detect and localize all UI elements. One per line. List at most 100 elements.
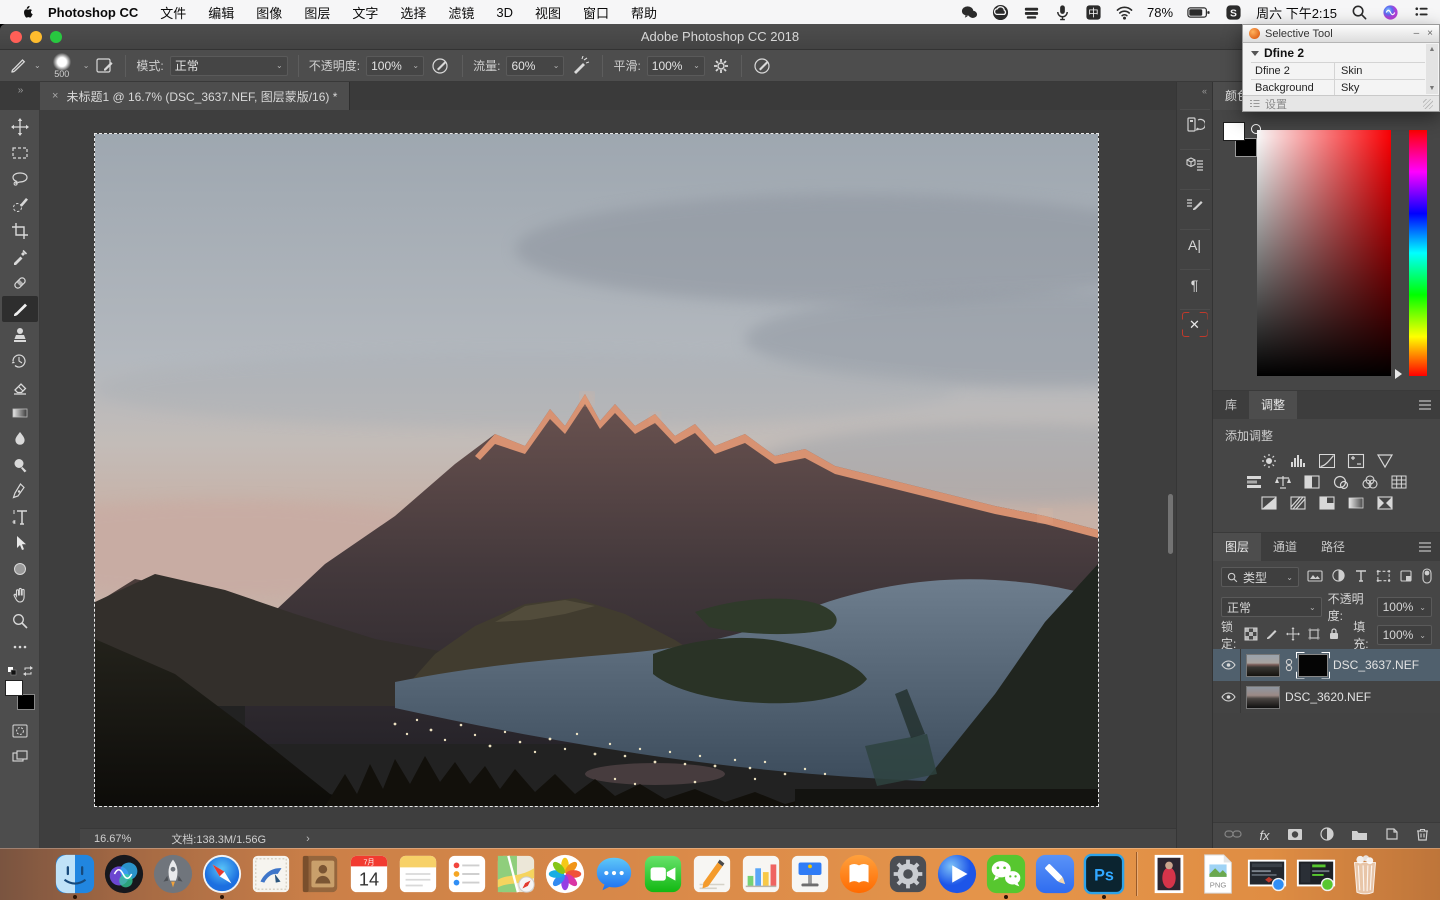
dock-screenshot-file-icon[interactable] (1244, 849, 1290, 899)
move-tool[interactable] (2, 114, 38, 140)
apple-menu-icon[interactable] (20, 5, 34, 19)
tab-channels[interactable]: 通道 (1261, 533, 1309, 561)
section-collapse-triangle[interactable] (1251, 51, 1259, 56)
channel-mixer-icon[interactable] (1360, 474, 1380, 490)
menu-select[interactable]: 选择 (400, 3, 426, 22)
zoom-tool[interactable] (2, 608, 38, 634)
character-panel-icon[interactable]: A| (1180, 229, 1210, 259)
notification-center-icon[interactable] (1413, 4, 1430, 21)
spotlight-search-icon[interactable] (1351, 4, 1368, 21)
lock-transparency-icon[interactable] (1244, 627, 1258, 644)
dock-png-file-icon[interactable]: PNG (1195, 849, 1241, 899)
scroll-up-arrow[interactable]: ▲ (1429, 46, 1436, 53)
shadowsocks-status-icon[interactable]: S (1225, 4, 1242, 21)
smoothing-select[interactable]: 100%⌄ (647, 56, 705, 76)
eyedropper-tool[interactable] (2, 244, 38, 270)
layers-panel-menu-icon[interactable] (1418, 541, 1432, 561)
hand-tool[interactable] (2, 582, 38, 608)
lock-artboard-icon[interactable] (1307, 627, 1321, 644)
dock-numbers-icon[interactable] (738, 849, 784, 899)
layer-filter-type-select[interactable]: 类型⌄ (1221, 567, 1299, 587)
filter-adjustment-layers-icon[interactable] (1331, 568, 1346, 586)
toolbar-collapse-chevrons[interactable]: » (0, 82, 40, 110)
selective-color-icon[interactable] (1375, 495, 1395, 511)
menu-bar-clock[interactable]: 周六 下午2:15 (1256, 3, 1337, 22)
menu-layer[interactable]: 图层 (304, 3, 330, 22)
tab-libraries[interactable]: 库 (1213, 391, 1249, 419)
dock-maps-icon[interactable] (493, 849, 539, 899)
selective-tool-row[interactable]: Dfine 2 Skin (1251, 62, 1425, 79)
input-method-icon[interactable]: 中 (1085, 4, 1102, 21)
dock-finder-icon[interactable] (52, 849, 98, 899)
menu-type[interactable]: 文字 (352, 3, 378, 22)
pen-tool[interactable] (2, 478, 38, 504)
airbrush-icon[interactable] (570, 56, 592, 76)
lock-all-icon[interactable] (1328, 627, 1340, 644)
brush-tool-preset-icon[interactable] (8, 56, 28, 76)
vibrance-icon[interactable] (1375, 453, 1395, 469)
brightness-contrast-icon[interactable] (1259, 453, 1279, 469)
creative-cloud-status-icon[interactable] (992, 4, 1009, 21)
default-swap-colors-icons[interactable] (7, 666, 33, 676)
opacity-select[interactable]: 100%⌄ (366, 56, 424, 76)
dock-pencil-app-icon[interactable] (1032, 849, 1078, 899)
dock-reminders-icon[interactable] (444, 849, 490, 899)
crop-tool[interactable] (2, 218, 38, 244)
settings-button[interactable]: 设置 (1265, 96, 1287, 112)
layer-blend-mode-select[interactable]: 正常⌄ (1221, 597, 1322, 617)
selective-tool-window[interactable]: Selective Tool – × Dfine 2 Dfine 2 Skin … (1242, 24, 1440, 112)
posterize-icon[interactable] (1288, 495, 1308, 511)
dodge-tool[interactable] (2, 452, 38, 478)
tab-adjustments[interactable]: 调整 (1249, 391, 1297, 419)
properties-panel-icon[interactable] (1180, 149, 1210, 179)
dock-notes-icon[interactable] (395, 849, 441, 899)
lasso-tool[interactable] (2, 166, 38, 192)
layer-mask-thumbnail[interactable] (1298, 654, 1328, 677)
menu-3d[interactable]: 3D (496, 5, 513, 20)
history-brush-tool[interactable] (2, 348, 38, 374)
rectangular-marquee-tool[interactable] (2, 140, 38, 166)
new-layer-icon[interactable] (1385, 827, 1399, 844)
close-document-icon[interactable]: × (52, 90, 58, 102)
color-picker-ring[interactable] (1251, 124, 1261, 134)
dock-wechat-icon[interactable] (983, 849, 1029, 899)
layer-name[interactable]: DSC_3637.NEF (1333, 658, 1419, 672)
brush-size-preview[interactable]: 500 (47, 53, 77, 79)
tab-paths[interactable]: 路径 (1309, 533, 1357, 561)
dock-pages-icon[interactable] (689, 849, 735, 899)
layer-thumbnail[interactable] (1246, 686, 1280, 709)
color-lookup-icon[interactable] (1389, 474, 1409, 490)
color-balance-icon[interactable] (1273, 474, 1293, 490)
brush-settings-panel-icon[interactable] (1180, 189, 1210, 219)
dock-facetime-icon[interactable] (640, 849, 686, 899)
dock-trash-icon[interactable] (1342, 849, 1388, 899)
menu-edit[interactable]: 编辑 (208, 3, 234, 22)
filter-shape-layers-icon[interactable] (1376, 569, 1391, 586)
menu-filter[interactable]: 滤镜 (448, 3, 474, 22)
dock-photos-icon[interactable] (542, 849, 588, 899)
dock-mail-icon[interactable] (248, 849, 294, 899)
menu-view[interactable]: 视图 (535, 3, 561, 22)
saturation-brightness-field[interactable] (1257, 130, 1391, 376)
link-layers-icon[interactable] (1224, 828, 1242, 843)
dock-system-preferences-icon[interactable] (885, 849, 931, 899)
menu-window[interactable]: 窗口 (583, 3, 609, 22)
background-color-swatch[interactable] (17, 694, 35, 710)
layer-row-dsc3620[interactable]: DSC_3620.NEF (1213, 681, 1440, 713)
paragraph-panel-icon[interactable]: ¶ (1180, 269, 1210, 299)
selective-tool-close-button[interactable]: × (1427, 28, 1433, 39)
pressure-opacity-icon[interactable] (430, 56, 452, 76)
photo-filter-icon[interactable] (1331, 474, 1351, 490)
layer-style-fx-icon[interactable]: fx (1259, 828, 1269, 843)
quick-selection-tool[interactable] (2, 192, 38, 218)
panel-menu-icon[interactable] (1418, 399, 1432, 419)
layer-visibility-eye-icon[interactable] (1217, 649, 1241, 681)
selective-tool-minimize-button[interactable]: – (1414, 28, 1420, 39)
filter-pixel-layers-icon[interactable] (1307, 569, 1323, 586)
blend-mode-select[interactable]: 正常⌄ (170, 56, 288, 76)
dock-photo-file-icon[interactable] (1146, 849, 1192, 899)
black-white-icon[interactable] (1302, 474, 1322, 490)
selective-tool-row[interactable]: Background Sky (1251, 79, 1425, 96)
screen-mode-button[interactable] (2, 744, 38, 770)
wifi-status-icon[interactable] (1116, 4, 1133, 21)
